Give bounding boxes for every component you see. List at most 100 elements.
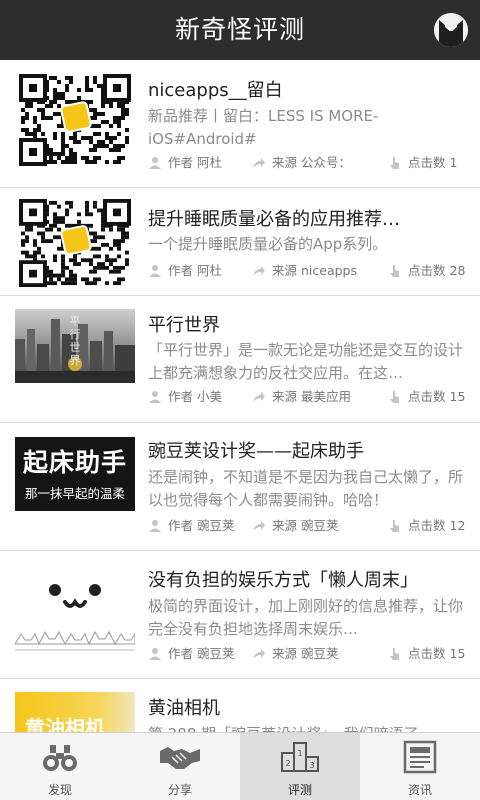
- thumbnail-caption: 平行世界: [69, 315, 81, 367]
- cat-illustration-thumbnail: [15, 566, 135, 656]
- author-info: 作者 阿杜: [148, 154, 243, 172]
- author-name: 豌豆荚: [197, 646, 235, 661]
- author-name: 阿杜: [197, 155, 223, 170]
- thumbnail-title: 黄油相机: [25, 716, 105, 732]
- click-value: 15: [449, 646, 466, 661]
- item-meta: 作者 小美 来源 最美应用 点击数 15: [148, 388, 468, 406]
- list-item[interactable]: 没有负担的娱乐方式「懒人周末」 极简的界面设计，加上刚刚好的信息推荐，让你完全没…: [0, 552, 480, 679]
- pointer-hand-icon: [390, 265, 399, 277]
- source-name: 豌豆荚: [301, 518, 339, 533]
- qr-code-image: [19, 199, 131, 287]
- person-icon: [149, 157, 161, 169]
- share-arrow-icon: [253, 158, 265, 168]
- pointer-hand-icon: [390, 520, 399, 532]
- item-meta: 作者 阿杜 来源 公众号： 点击数 1: [148, 154, 468, 172]
- person-icon: [149, 648, 161, 660]
- pointer-hand-icon: [390, 648, 399, 660]
- pointer-hand-icon: [390, 391, 399, 403]
- click-count: 点击数 1: [388, 154, 468, 172]
- qr-code-thumbnail: [15, 199, 135, 287]
- review-list: niceapps__留白 新品推荐丨留白：LESS IS MORE- iOS#A…: [0, 60, 480, 732]
- tab-label: 评测: [287, 783, 312, 797]
- svg-text:1: 1: [297, 749, 302, 758]
- bottom-tab-bar: 发现 分享 2 1 3 评测 资讯: [0, 732, 480, 800]
- author-info: 作者 阿杜: [148, 262, 243, 280]
- click-value: 15: [449, 389, 466, 404]
- person-icon: [149, 265, 161, 277]
- author-info: 作者 豌豆荚: [148, 517, 243, 535]
- list-item[interactable]: 平行世界 平行世界 「平行世界」是一款无论是功能还是交互的设计上都充满想象力的反…: [0, 297, 480, 423]
- svg-text:2: 2: [285, 759, 290, 768]
- author-name: 小美: [197, 389, 223, 404]
- source-name: niceapps: [301, 263, 357, 278]
- source-info: 来源 豌豆荚: [252, 645, 358, 663]
- click-count: 点击数 15: [388, 388, 468, 406]
- item-description: 一个提升睡眠质量必备的App系列。: [148, 235, 388, 253]
- wake-up-banner-thumbnail: 起床助手 那一抹早起的温柔: [15, 437, 135, 511]
- item-meta: 作者 豌豆荚 来源 豌豆荚 点击数 12: [148, 517, 468, 535]
- item-meta: 作者 阿杜 来源 niceapps 点击数 28: [148, 262, 468, 280]
- share-arrow-icon: [253, 392, 265, 402]
- list-item[interactable]: 提升睡眠质量必备的应用推荐… 一个提升睡眠质量必备的App系列。 作者 阿杜 来…: [0, 189, 480, 296]
- person-icon: [149, 391, 161, 403]
- source-name: 豌豆荚: [301, 646, 339, 661]
- handshake-icon: [160, 747, 200, 769]
- list-item[interactable]: 起床助手 那一抹早起的温柔 豌豆荚设计奖——起床助手 还是闹钟，不知道是不是因为…: [0, 424, 480, 551]
- source-info: 来源 公众号：: [252, 154, 358, 172]
- item-description: 「平行世界」是一款无论是功能还是交互的设计上都充满想象力的反社交应用。在这…: [148, 341, 464, 382]
- item-title: 豌豆荚设计奖——起床助手: [148, 441, 364, 462]
- share-arrow-icon: [253, 649, 265, 659]
- tab-label: 资讯: [407, 783, 432, 797]
- item-title: 没有负担的娱乐方式「懒人周末」: [148, 570, 418, 591]
- item-title: 平行世界: [148, 315, 220, 336]
- click-count: 点击数 28: [388, 262, 468, 280]
- item-description: 新品推荐丨留白：LESS IS MORE- iOS#Android#: [148, 107, 379, 148]
- podium-icon: 2 1 3: [281, 742, 319, 772]
- tab-label: 分享: [167, 783, 192, 797]
- source-name: 最美应用: [301, 389, 352, 404]
- item-description: 第 288 期「豌豆荚设计奖」，我们暗语了: [148, 723, 468, 732]
- click-count: 点击数 15: [388, 645, 468, 663]
- tab-label: 发现: [47, 783, 72, 797]
- click-value: 28: [449, 263, 466, 278]
- cat-face-image: [15, 584, 135, 651]
- item-title: niceapps__留白: [148, 80, 283, 101]
- tab-discover[interactable]: 发现: [0, 733, 120, 800]
- butter-camera-thumbnail: 黄油相机: [15, 692, 135, 732]
- newspaper-icon: [403, 740, 437, 774]
- avatar[interactable]: [434, 13, 468, 47]
- item-description: 还是闹钟，不知道是不是因为我自己太懒了，所以也觉得每个人都需要闹钟。哈哈！: [148, 468, 464, 509]
- tab-review[interactable]: 2 1 3 评测: [240, 733, 360, 800]
- person-icon: [149, 520, 161, 532]
- binoculars-icon: [43, 745, 77, 771]
- qr-code-thumbnail: [15, 74, 135, 166]
- pointer-hand-icon: [390, 157, 399, 169]
- source-info: 来源 最美应用: [252, 388, 358, 406]
- click-count: 点击数 12: [388, 517, 468, 535]
- item-description: 极简的界面设计，加上刚刚好的信息推荐，让你完全没有负担地选择周末娱乐…: [148, 597, 464, 638]
- item-title: 黄油相机: [148, 698, 220, 719]
- page-title: 新奇怪评测: [174, 15, 305, 44]
- author-name: 豌豆荚: [197, 518, 235, 533]
- share-arrow-icon: [253, 266, 265, 276]
- qr-code-image: [19, 74, 131, 166]
- thumbnail-title: 起床助手: [22, 448, 127, 477]
- tab-news[interactable]: 资讯: [360, 733, 480, 800]
- source-info: 来源 豌豆荚: [252, 517, 358, 535]
- city-photo-thumbnail: 平行世界: [15, 309, 135, 383]
- thumbnail-subtitle: 那一抹早起的温柔: [24, 486, 125, 501]
- bow-tie-avatar-icon: [434, 13, 468, 47]
- author-name: 阿杜: [197, 263, 223, 278]
- source-info: 来源 niceapps: [252, 262, 358, 280]
- item-meta: 作者 豌豆荚 来源 豌豆荚 点击数 15: [148, 645, 468, 663]
- list-item[interactable]: 黄油相机 黄油相机 第 288 期「豌豆荚设计奖」，我们暗语了: [0, 680, 480, 732]
- share-arrow-icon: [253, 521, 265, 531]
- click-value: 12: [449, 518, 466, 533]
- list-item[interactable]: niceapps__留白 新品推荐丨留白：LESS IS MORE- iOS#A…: [0, 60, 480, 188]
- click-value: 1: [449, 155, 458, 170]
- svg-text:3: 3: [309, 761, 314, 770]
- tab-share[interactable]: 分享: [120, 733, 240, 800]
- author-info: 作者 豌豆荚: [148, 645, 243, 663]
- app-header: 新奇怪评测: [0, 0, 480, 60]
- author-info: 作者 小美: [148, 388, 243, 406]
